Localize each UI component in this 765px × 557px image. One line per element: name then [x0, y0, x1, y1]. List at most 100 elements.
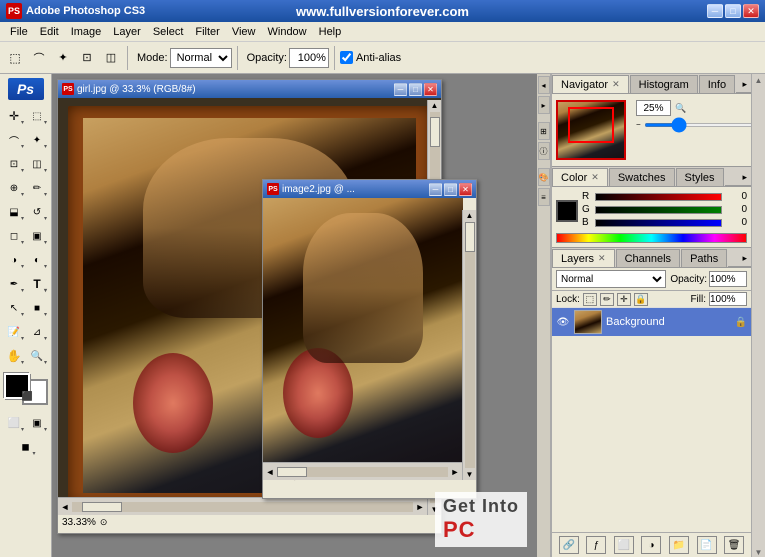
- scroll-down-image2[interactable]: ▼: [465, 469, 475, 480]
- scroll-right-girl[interactable]: ►: [413, 500, 427, 514]
- pen-tool[interactable]: ✒: [3, 273, 25, 295]
- color-fg-swatch[interactable]: [556, 200, 578, 222]
- tab-styles[interactable]: Styles: [676, 168, 724, 186]
- menu-edit[interactable]: Edit: [34, 24, 65, 40]
- tab-info[interactable]: Info: [699, 75, 735, 93]
- lock-all-btn[interactable]: 🔒: [634, 293, 648, 306]
- channel-b-track[interactable]: [595, 219, 722, 227]
- doc-titlebar-girl[interactable]: PS girl.jpg @ 33.3% (RGB/8#) ─ □ ✕: [58, 80, 441, 98]
- doc-scrollbar-h-girl[interactable]: ◄ ►: [58, 497, 427, 515]
- mode-select[interactable]: Normal: [170, 48, 232, 68]
- antialias-checkbox[interactable]: [340, 51, 353, 64]
- slice-tool[interactable]: ◫: [26, 153, 48, 175]
- tab-navigator[interactable]: Navigator ✕: [552, 75, 629, 93]
- move-tool[interactable]: ✛: [3, 105, 25, 127]
- magic-wand-tool[interactable]: ✦: [26, 129, 48, 151]
- menu-filter[interactable]: Filter: [189, 24, 225, 40]
- panel-nav-btn[interactable]: ▸: [538, 96, 550, 114]
- tool-lasso-btn[interactable]: ⌒: [28, 47, 50, 69]
- panel-tools-btn[interactable]: ⊞: [538, 122, 550, 140]
- menu-view[interactable]: View: [226, 24, 262, 40]
- crop-tool[interactable]: ⊡: [3, 153, 25, 175]
- screen-mode-standard[interactable]: ⬜: [3, 412, 25, 434]
- tab-layers[interactable]: Layers ✕: [552, 249, 615, 267]
- doc-scrollbar-v-image2[interactable]: ▲ ▼: [462, 210, 476, 480]
- antialias-checkbox-label[interactable]: Anti-alias: [340, 51, 401, 64]
- layer-style-btn[interactable]: ƒ: [586, 536, 606, 554]
- doc-close-image2[interactable]: ✕: [459, 183, 472, 196]
- doc-maximize-girl[interactable]: □: [409, 83, 422, 96]
- panel-color-btn[interactable]: 🎨: [538, 168, 550, 186]
- layer-link-btn[interactable]: 🔗: [559, 536, 579, 554]
- panel-menu-layers[interactable]: ▸: [738, 251, 751, 267]
- tab-channels[interactable]: Channels: [616, 249, 680, 267]
- stamp-tool[interactable]: ⬓: [3, 201, 25, 223]
- hand-tool[interactable]: ✋: [3, 345, 25, 367]
- tool-marquee-btn[interactable]: ⬚: [4, 47, 26, 69]
- eyedropper-tool[interactable]: ⊿: [26, 321, 48, 343]
- scroll-thumb-v2[interactable]: [465, 222, 475, 252]
- doc-scrollbar-h-image2[interactable]: ◄ ►: [263, 462, 462, 480]
- type-tool[interactable]: T: [26, 273, 48, 295]
- layer-adjust-btn[interactable]: ◑: [641, 536, 661, 554]
- minimize-button[interactable]: ─: [707, 4, 723, 18]
- lasso-tool[interactable]: ⌒: [3, 129, 25, 151]
- scroll-left-girl[interactable]: ◄: [58, 500, 72, 514]
- doc-close-girl[interactable]: ✕: [424, 83, 437, 96]
- title-bar-controls[interactable]: ─ □ ✕: [707, 4, 759, 18]
- layer-group-btn[interactable]: 📁: [669, 536, 689, 554]
- scroll-thumb-v-girl[interactable]: [430, 117, 440, 147]
- doc-minimize-image2[interactable]: ─: [429, 183, 442, 196]
- nav-zoom-input[interactable]: [636, 100, 671, 116]
- edge-btn-1[interactable]: ▲: [755, 76, 763, 85]
- heal-tool[interactable]: ⊕: [3, 177, 25, 199]
- layer-delete-btn[interactable]: 🗑: [724, 536, 744, 554]
- scroll-down-girl[interactable]: ▼: [430, 504, 440, 515]
- panel-layers-btn[interactable]: ≡: [538, 188, 550, 206]
- panel-menu-color[interactable]: ▸: [738, 170, 751, 186]
- channel-g-track[interactable]: [595, 206, 722, 214]
- scroll-thumb-h-girl[interactable]: [82, 502, 122, 512]
- history-tool[interactable]: ↺: [26, 201, 48, 223]
- edge-btn-2[interactable]: ▼: [755, 548, 763, 557]
- scroll-thumb-h2[interactable]: [277, 467, 307, 477]
- close-layers-tab[interactable]: ✕: [598, 253, 606, 264]
- blur-tool[interactable]: ◑: [3, 249, 25, 271]
- eraser-tool[interactable]: ◻: [3, 225, 25, 247]
- fill-input[interactable]: [709, 292, 747, 306]
- channel-r-track[interactable]: [595, 193, 722, 201]
- scroll-up-image2[interactable]: ▲: [465, 210, 475, 221]
- menu-layer[interactable]: Layer: [107, 24, 147, 40]
- lock-transparent-btn[interactable]: ⬚: [583, 293, 597, 306]
- layer-visibility-eye[interactable]: 👁: [556, 315, 570, 329]
- layer-background[interactable]: 👁 Background 🔒: [552, 308, 751, 336]
- scroll-left-image2[interactable]: ◄: [263, 467, 277, 477]
- close-color-tab[interactable]: ✕: [591, 172, 599, 183]
- fill-tool[interactable]: ▣: [26, 225, 48, 247]
- marquee-tool[interactable]: ⬚: [26, 105, 48, 127]
- menu-window[interactable]: Window: [262, 24, 313, 40]
- doc-win-btns-girl[interactable]: ─ □ ✕: [394, 83, 437, 96]
- maximize-button[interactable]: □: [725, 4, 741, 18]
- scroll-right-image2[interactable]: ►: [448, 467, 462, 477]
- tab-paths[interactable]: Paths: [681, 249, 727, 267]
- opacity-input-layers[interactable]: [709, 271, 747, 287]
- tool-slice-btn[interactable]: ◫: [100, 47, 122, 69]
- doc-minimize-girl[interactable]: ─: [394, 83, 407, 96]
- screen-mode-full-menu[interactable]: ▣: [26, 412, 48, 434]
- tool-crop-btn[interactable]: ⊡: [76, 47, 98, 69]
- tab-color[interactable]: Color ✕: [552, 168, 608, 186]
- menu-file[interactable]: File: [4, 24, 34, 40]
- tab-swatches[interactable]: Swatches: [609, 168, 675, 186]
- color-spectrum[interactable]: [556, 233, 747, 243]
- menu-help[interactable]: Help: [313, 24, 348, 40]
- zoom-tool[interactable]: 🔍: [26, 345, 48, 367]
- menu-image[interactable]: Image: [65, 24, 108, 40]
- panel-info-btn[interactable]: ⓘ: [538, 142, 550, 160]
- tool-magic-btn[interactable]: ✦: [52, 47, 74, 69]
- menu-select[interactable]: Select: [147, 24, 190, 40]
- notes-tool[interactable]: 📝: [3, 321, 25, 343]
- close-navigator-tab[interactable]: ✕: [612, 79, 620, 90]
- scroll-up-girl[interactable]: ▲: [430, 100, 440, 111]
- close-button[interactable]: ✕: [743, 4, 759, 18]
